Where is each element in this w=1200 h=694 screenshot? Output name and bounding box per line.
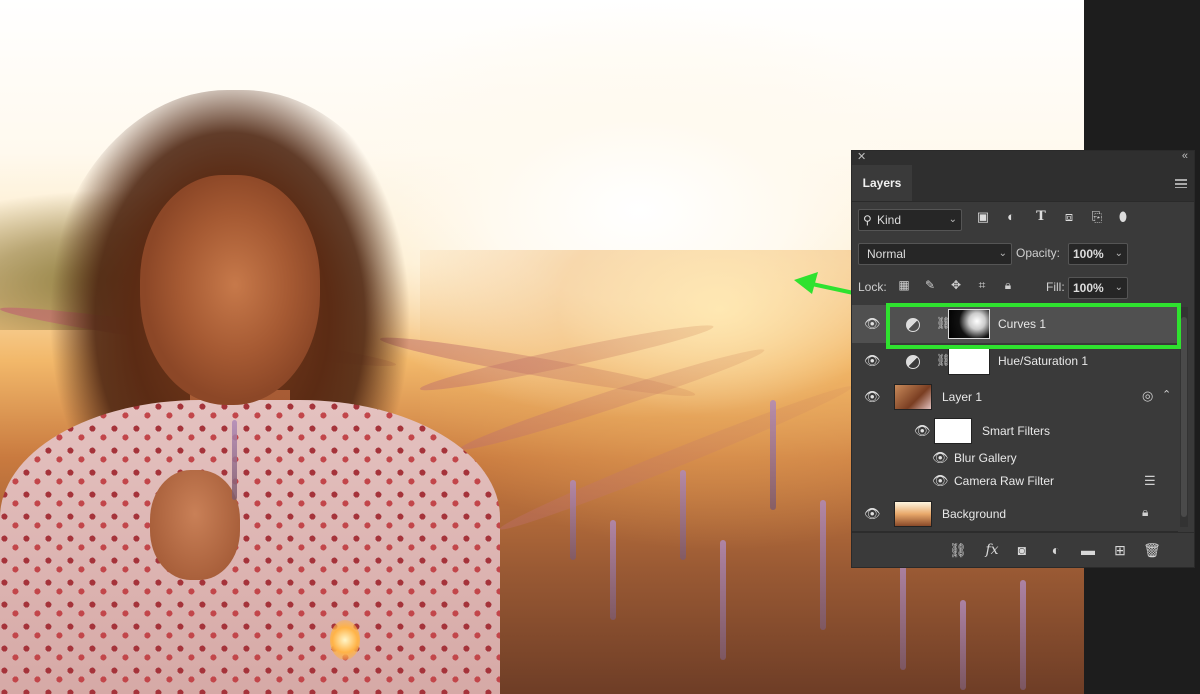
- double-chevron-icon[interactable]: «: [1182, 150, 1188, 162]
- shape-filter-icon[interactable]: ⧈: [1060, 208, 1078, 226]
- lock-artboard-icon[interactable]: ⌗: [974, 276, 990, 294]
- lock-all-icon[interactable]: 🔒︎: [1000, 276, 1016, 294]
- held-lavender: [232, 420, 237, 500]
- layer-name: Layer 1: [942, 390, 983, 404]
- close-icon[interactable]: ✕: [857, 150, 866, 163]
- new-adjustment-icon[interactable]: ◐: [1046, 541, 1066, 559]
- layer-thumbnail[interactable]: [894, 501, 932, 527]
- eye-icon[interactable]: 👁︎: [864, 507, 881, 520]
- add-mask-icon[interactable]: ◙: [1012, 541, 1032, 559]
- eye-icon[interactable]: 👁︎: [864, 390, 881, 403]
- lavender-stem: [770, 400, 776, 510]
- lock-transparent-icon[interactable]: ▦: [896, 276, 912, 294]
- kind-filter-label: Kind: [877, 213, 902, 227]
- lock-icon: 🔒︎: [1142, 505, 1149, 519]
- blend-mode-value: Normal: [867, 247, 906, 261]
- adjustment-layer-icon: [906, 355, 920, 369]
- opacity-value: 100%: [1073, 247, 1104, 261]
- type-filter-icon[interactable]: T: [1032, 208, 1050, 226]
- layer-name: Smart Filters: [982, 424, 1051, 438]
- lock-row: Lock: ▦ ✎ ✥ ⌗ 🔒︎ Fill: 100% ⌄: [852, 270, 1194, 304]
- chevron-down-icon: ⌄: [1114, 248, 1123, 259]
- chevron-down-icon: ⌄: [948, 214, 957, 225]
- photoshop-stage: ✕ « Layers ⚲ Kind ⌄ ▣ ◐ T ⧈ ⎘ ⬮ Normal ⌄: [0, 0, 1200, 694]
- lavender-stem: [720, 540, 726, 660]
- person-face: [140, 175, 320, 405]
- person-hand: [150, 470, 240, 580]
- delete-icon[interactable]: 🗑︎: [1142, 541, 1162, 559]
- layer-thumbnail[interactable]: [894, 384, 932, 410]
- lavender-stem: [610, 520, 616, 620]
- panel-titlebar: ✕ «: [852, 150, 1194, 165]
- tab-layers[interactable]: Layers: [852, 165, 912, 201]
- eye-icon[interactable]: 👁︎: [864, 317, 881, 330]
- adjustment-filter-icon[interactable]: ◐: [1002, 208, 1020, 226]
- search-icon: ⚲: [863, 213, 872, 227]
- image-filter-icon[interactable]: ▣: [974, 208, 992, 226]
- new-group-icon[interactable]: ▬: [1078, 541, 1098, 559]
- annotation-highlight-box: [886, 303, 1181, 349]
- filter-toggle-icon[interactable]: ⬮: [1114, 208, 1132, 226]
- panel-menu-icon[interactable]: [1175, 179, 1187, 188]
- panel-footer: ⛓︎ fx ◙ ◐ ▬ ⊞ 🗑︎: [852, 532, 1194, 567]
- fill-label: Fill:: [1046, 280, 1065, 294]
- fill-input[interactable]: 100% ⌄: [1068, 277, 1128, 299]
- fx-icon[interactable]: fx: [982, 541, 1002, 559]
- smart-object-filter-icon[interactable]: ⎘: [1088, 208, 1106, 226]
- layer-row-layer1[interactable]: 👁︎ Layer 1 ◎ ⌃: [852, 379, 1178, 415]
- eye-icon[interactable]: 👁︎: [932, 451, 949, 464]
- mask-thumbnail[interactable]: [948, 347, 990, 375]
- filter-mask-thumbnail[interactable]: [934, 418, 972, 444]
- layer-row-blur-gallery[interactable]: 👁︎ Blur Gallery: [852, 447, 1178, 469]
- layers-scrollbar[interactable]: [1180, 307, 1188, 527]
- lock-paint-icon[interactable]: ✎: [922, 276, 938, 294]
- layer-name: Background: [942, 507, 1007, 521]
- lens-flare: [330, 620, 360, 660]
- panel-tabbar: Layers: [852, 165, 1194, 202]
- layer-row-background[interactable]: 👁︎ Background 🔒︎: [852, 495, 1178, 532]
- filter-row: ⚲ Kind ⌄ ▣ ◐ T ⧈ ⎘ ⬮: [852, 202, 1194, 236]
- chevron-up-icon[interactable]: ⌃: [1162, 388, 1171, 401]
- fill-value: 100%: [1073, 281, 1104, 295]
- layer-name: Blur Gallery: [954, 451, 1017, 465]
- lock-label: Lock:: [858, 280, 887, 294]
- opacity-label: Opacity:: [1016, 246, 1061, 260]
- lavender-stem: [960, 600, 966, 690]
- link-layers-icon[interactable]: ⛓︎: [948, 541, 968, 559]
- lavender-stem: [820, 500, 826, 630]
- lock-move-icon[interactable]: ✥: [948, 276, 964, 294]
- eye-icon[interactable]: 👁︎: [864, 354, 881, 367]
- layer-name: Camera Raw Filter: [954, 474, 1055, 488]
- kind-filter-select[interactable]: ⚲ Kind ⌄: [858, 209, 962, 231]
- smart-filter-badge-icon: ◎: [1142, 388, 1154, 403]
- chevron-down-icon: ⌄: [1114, 282, 1123, 293]
- layer-row-camera-raw[interactable]: 👁︎ Camera Raw Filter ☰: [852, 469, 1178, 496]
- new-layer-icon[interactable]: ⊞: [1110, 541, 1130, 559]
- lavender-stem: [900, 560, 906, 670]
- scrollbar-thumb[interactable]: [1181, 317, 1187, 517]
- lavender-stem: [1020, 580, 1026, 690]
- opacity-input[interactable]: 100% ⌄: [1068, 243, 1128, 265]
- person-dress: [0, 400, 500, 694]
- eye-icon[interactable]: 👁︎: [932, 474, 949, 487]
- blend-mode-select[interactable]: Normal ⌄: [858, 243, 1012, 265]
- layer-name: Hue/Saturation 1: [998, 354, 1089, 368]
- blend-row: Normal ⌄ Opacity: 100% ⌄: [852, 236, 1194, 270]
- eye-icon[interactable]: 👁︎: [914, 424, 931, 437]
- lavender-stem: [680, 470, 686, 560]
- chevron-down-icon: ⌄: [998, 248, 1007, 259]
- layers-panel: ✕ « Layers ⚲ Kind ⌄ ▣ ◐ T ⧈ ⎘ ⬮ Normal ⌄: [851, 150, 1195, 568]
- filter-options-icon[interactable]: ☰: [1144, 473, 1156, 489]
- lavender-stem: [570, 480, 576, 560]
- layer-row-smart-filters[interactable]: 👁︎ Smart Filters: [852, 415, 1178, 447]
